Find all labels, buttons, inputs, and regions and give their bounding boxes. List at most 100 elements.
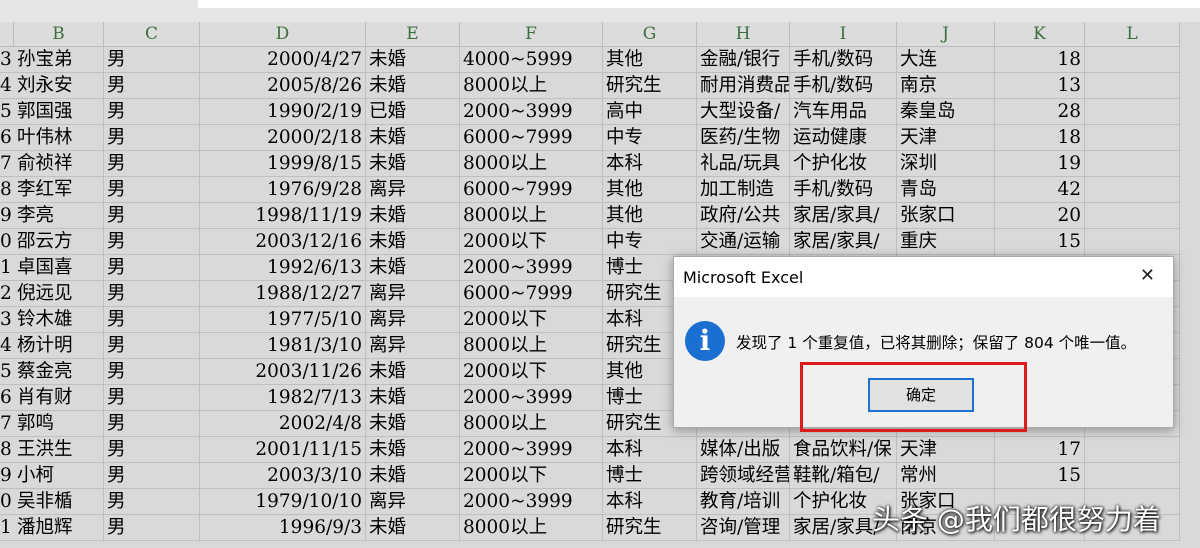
cell-marital[interactable]: 未婚 — [366, 255, 460, 281]
cell-date[interactable]: 1999/8/15 — [200, 151, 366, 177]
cell-industry[interactable]: 礼品/玩具 — [697, 151, 790, 177]
cell-name[interactable]: 刘永安 — [14, 73, 104, 99]
cell-industry[interactable]: 政府/公共 — [697, 203, 790, 229]
cell-date[interactable]: 1998/11/19 — [200, 203, 366, 229]
cell-city[interactable]: 南京 — [897, 73, 995, 99]
column-header-k[interactable]: K — [995, 22, 1085, 47]
column-header-h[interactable]: H — [697, 22, 790, 47]
row-number[interactable]: 0 — [0, 489, 14, 515]
corner-header[interactable] — [0, 22, 14, 47]
cell-edu[interactable]: 本科 — [603, 151, 697, 177]
cell-edu[interactable]: 本科 — [603, 489, 697, 515]
cell-name[interactable]: 杨计明 — [14, 333, 104, 359]
cell-income[interactable]: 8000以上 — [460, 73, 603, 99]
row-number[interactable]: 9 — [0, 203, 14, 229]
cell-gender[interactable]: 男 — [104, 125, 200, 151]
cell-marital[interactable]: 未婚 — [366, 385, 460, 411]
column-header-b[interactable]: B — [14, 22, 104, 47]
cell-marital[interactable]: 未婚 — [366, 151, 460, 177]
cell-income[interactable]: 6000~7999 — [460, 177, 603, 203]
cell-gender[interactable]: 男 — [104, 515, 200, 541]
cell-marital[interactable]: 未婚 — [366, 229, 460, 255]
cell-industry[interactable]: 医药/生物 — [697, 125, 790, 151]
cell-name[interactable]: 潘旭辉 — [14, 515, 104, 541]
cell-city[interactable]: 大连 — [897, 47, 995, 73]
row-number[interactable]: 3 — [0, 307, 14, 333]
cell-interest[interactable]: 鞋靴/箱包/ — [790, 463, 897, 489]
cell-name[interactable]: 吴非楯 — [14, 489, 104, 515]
cell-age[interactable]: 15 — [995, 229, 1085, 255]
cell-income[interactable]: 2000~3999 — [460, 385, 603, 411]
cell-industry[interactable]: 金融/银行 — [697, 47, 790, 73]
cell-l[interactable] — [1085, 73, 1180, 99]
cell-industry[interactable]: 媒体/出版 — [697, 437, 790, 463]
cell-interest[interactable]: 个护化妆 — [790, 151, 897, 177]
cell-city[interactable]: 秦皇岛 — [897, 99, 995, 125]
close-icon[interactable]: ✕ — [1140, 265, 1155, 286]
cell-edu[interactable]: 研究生 — [603, 515, 697, 541]
cell-city[interactable]: 常州 — [897, 463, 995, 489]
cell-gender[interactable]: 男 — [104, 255, 200, 281]
row-number[interactable]: 1 — [0, 515, 14, 541]
cell-gender[interactable]: 男 — [104, 307, 200, 333]
cell-gender[interactable]: 男 — [104, 385, 200, 411]
cell-date[interactable]: 2003/12/16 — [200, 229, 366, 255]
column-header-i[interactable]: I — [790, 22, 897, 47]
cell-marital[interactable]: 已婚 — [366, 99, 460, 125]
cell-gender[interactable]: 男 — [104, 177, 200, 203]
cell-age[interactable]: 13 — [995, 73, 1085, 99]
cell-interest[interactable]: 汽车用品 — [790, 99, 897, 125]
cell-income[interactable]: 2000~3999 — [460, 99, 603, 125]
cell-l[interactable] — [1085, 203, 1180, 229]
cell-gender[interactable]: 男 — [104, 333, 200, 359]
cell-edu[interactable]: 研究生 — [603, 73, 697, 99]
cell-income[interactable]: 8000以上 — [460, 203, 603, 229]
cell-interest[interactable]: 手机/数码 — [790, 47, 897, 73]
cell-date[interactable]: 2002/4/8 — [200, 411, 366, 437]
cell-name[interactable]: 铃木雄 — [14, 307, 104, 333]
cell-date[interactable]: 1988/12/27 — [200, 281, 366, 307]
cell-marital[interactable]: 未婚 — [366, 73, 460, 99]
cell-city[interactable]: 青岛 — [897, 177, 995, 203]
row-number[interactable]: 2 — [0, 281, 14, 307]
row-number[interactable]: 7 — [0, 151, 14, 177]
cell-income[interactable]: 6000~7999 — [460, 281, 603, 307]
cell-gender[interactable]: 男 — [104, 203, 200, 229]
cell-interest[interactable]: 手机/数码 — [790, 73, 897, 99]
cell-edu[interactable]: 博士 — [603, 463, 697, 489]
cell-income[interactable]: 8000以上 — [460, 411, 603, 437]
cell-name[interactable]: 李亮 — [14, 203, 104, 229]
cell-industry[interactable]: 交通/运输 — [697, 229, 790, 255]
cell-income[interactable]: 8000以上 — [460, 515, 603, 541]
cell-city[interactable]: 张家口 — [897, 203, 995, 229]
cell-interest[interactable]: 家居/家具/ — [790, 229, 897, 255]
cell-gender[interactable]: 男 — [104, 151, 200, 177]
cell-name[interactable]: 蔡金亮 — [14, 359, 104, 385]
cell-industry[interactable]: 加工制造 — [697, 177, 790, 203]
cell-name[interactable]: 肖有财 — [14, 385, 104, 411]
cell-marital[interactable]: 未婚 — [366, 47, 460, 73]
cell-income[interactable]: 2000以下 — [460, 359, 603, 385]
cell-gender[interactable]: 男 — [104, 47, 200, 73]
column-header-g[interactable]: G — [603, 22, 697, 47]
cell-date[interactable]: 2000/4/27 — [200, 47, 366, 73]
cell-l[interactable] — [1085, 229, 1180, 255]
row-number[interactable]: 7 — [0, 411, 14, 437]
cell-city[interactable]: 天津 — [897, 437, 995, 463]
cell-date[interactable]: 1982/7/13 — [200, 385, 366, 411]
cell-city[interactable]: 深圳 — [897, 151, 995, 177]
row-number[interactable]: 5 — [0, 359, 14, 385]
column-header-e[interactable]: E — [366, 22, 460, 47]
cell-name[interactable]: 邵云方 — [14, 229, 104, 255]
cell-income[interactable]: 2000以下 — [460, 463, 603, 489]
cell-l[interactable] — [1085, 47, 1180, 73]
cell-industry[interactable]: 大型设备/ — [697, 99, 790, 125]
row-number[interactable]: 8 — [0, 437, 14, 463]
cell-gender[interactable]: 男 — [104, 463, 200, 489]
cell-date[interactable]: 2000/2/18 — [200, 125, 366, 151]
cell-income[interactable]: 2000以下 — [460, 229, 603, 255]
cell-date[interactable]: 1976/9/28 — [200, 177, 366, 203]
cell-gender[interactable]: 男 — [104, 281, 200, 307]
cell-name[interactable]: 李红军 — [14, 177, 104, 203]
cell-name[interactable]: 卓国喜 — [14, 255, 104, 281]
